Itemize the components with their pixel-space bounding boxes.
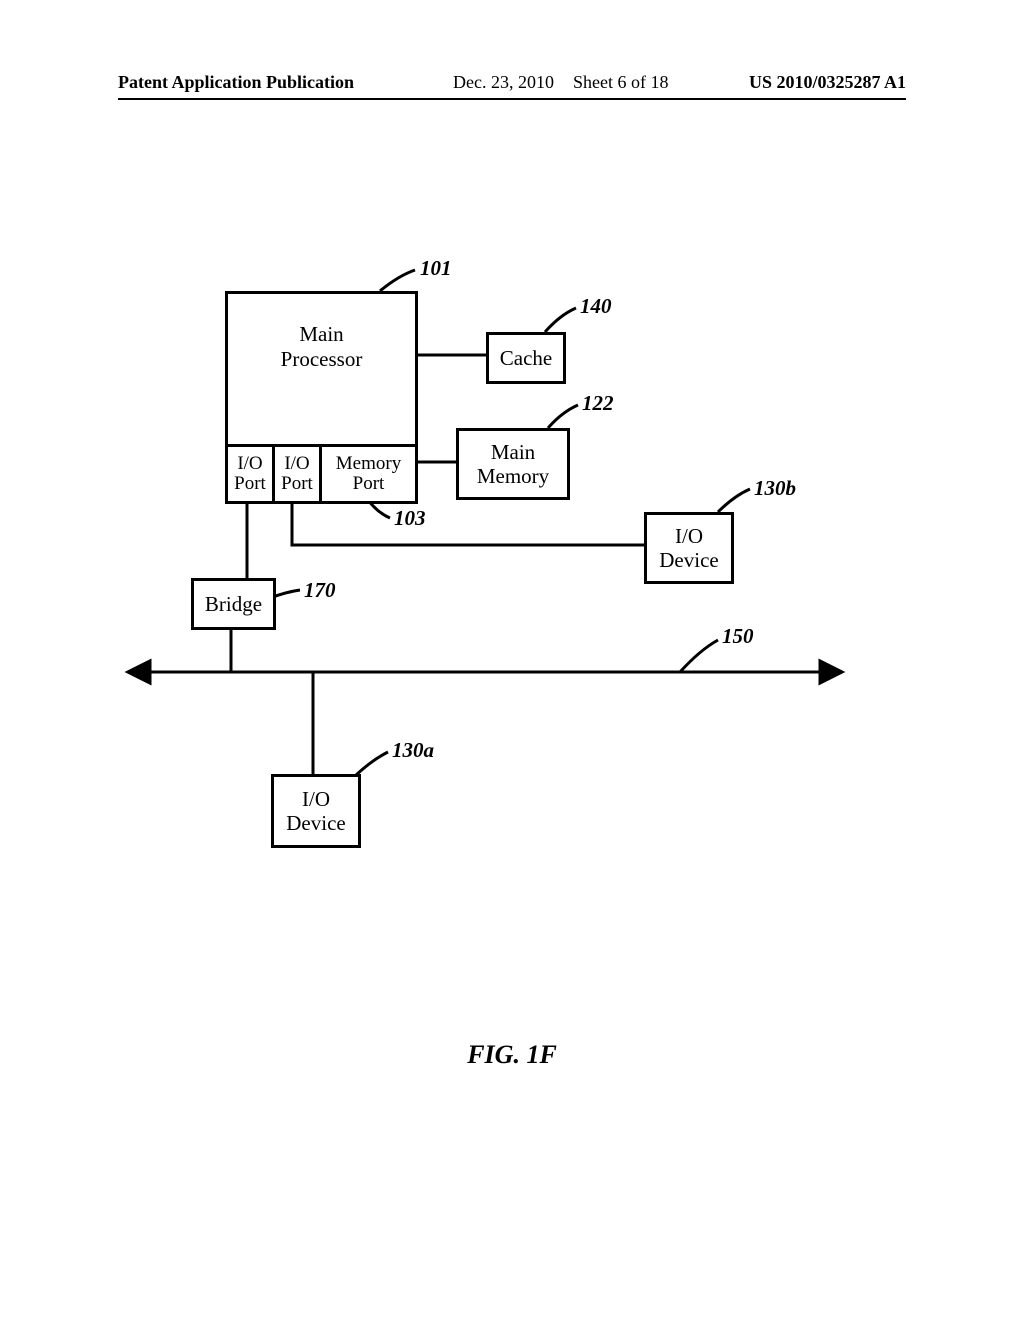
ref-150: 150 [722, 624, 754, 649]
header-date: Dec. 23, 2010 [453, 72, 554, 93]
io-port-1: I/O Port [225, 444, 272, 504]
header-sheet: Sheet 6 of 18 [573, 72, 668, 93]
ref-140: 140 [580, 294, 612, 319]
header-publication-number: US 2010/0325287 A1 [749, 72, 906, 93]
header-publication-label: Patent Application Publication [118, 72, 354, 93]
ref-122: 122 [582, 391, 614, 416]
connector-svg [0, 0, 1024, 1320]
ref-170: 170 [304, 578, 336, 603]
ref-130a: 130a [392, 738, 434, 763]
main-processor-label: Main Processor [228, 322, 415, 372]
ref-101: 101 [420, 256, 452, 281]
header-rule [118, 98, 906, 100]
page: Patent Application Publication Dec. 23, … [0, 0, 1024, 1320]
cache-block: Cache [486, 332, 566, 384]
main-processor-block: Main Processor I/O Port I/O Port Memory … [225, 291, 418, 504]
ports-row: I/O Port I/O Port Memory Port [225, 444, 418, 504]
io-device-130a-block: I/O Device [271, 774, 361, 848]
memory-port: Memory Port [322, 444, 418, 504]
ref-103: 103 [394, 506, 426, 531]
ref-130b: 130b [754, 476, 796, 501]
io-port-2: I/O Port [272, 444, 322, 504]
bridge-block: Bridge [191, 578, 276, 630]
io-device-130b-block: I/O Device [644, 512, 734, 584]
main-memory-block: Main Memory [456, 428, 570, 500]
figure-caption: FIG. 1F [0, 1040, 1024, 1070]
